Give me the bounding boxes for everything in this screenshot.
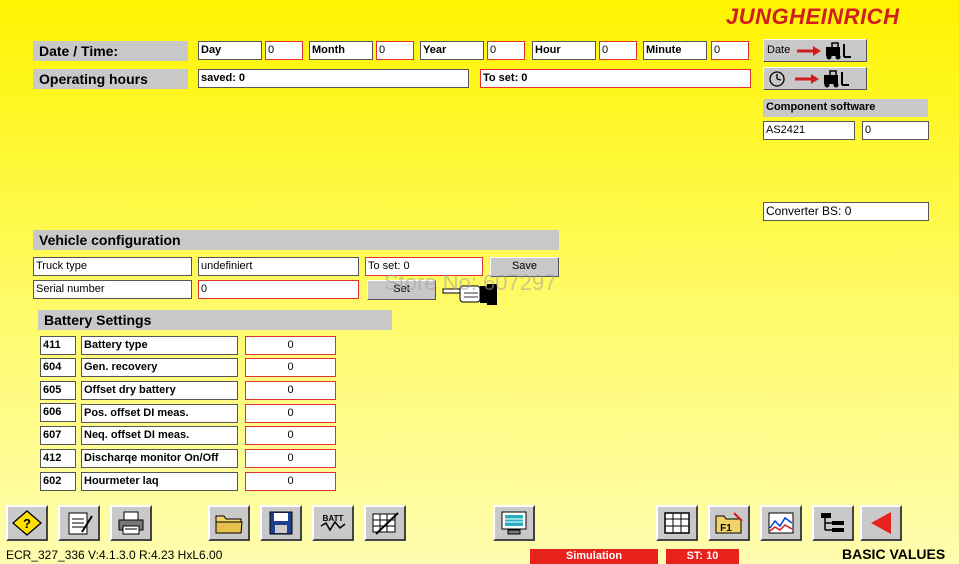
serial-number-input[interactable]: 0 bbox=[198, 280, 359, 299]
day-input[interactable]: 0 bbox=[265, 41, 303, 60]
battery-param-name: Gen. recovery bbox=[81, 358, 238, 377]
component-software-name: AS2421 bbox=[763, 121, 855, 140]
operating-hours-label: Operating hours bbox=[33, 69, 188, 89]
battery-signal-icon: BATT bbox=[320, 514, 346, 532]
battery-param-name: Pos. offset DI meas. bbox=[81, 404, 238, 423]
battery-param-name: Discharqe monitor On/Off bbox=[81, 449, 238, 468]
tree-icon bbox=[821, 513, 844, 532]
notepad-icon bbox=[68, 512, 93, 535]
operating-hours-saved: saved: 0 bbox=[198, 69, 469, 88]
chart-icon bbox=[768, 512, 794, 534]
serial-number-label: Serial number bbox=[33, 280, 192, 299]
battery-param-value[interactable]: 0 bbox=[245, 404, 336, 423]
battery-data-button[interactable]: BATT bbox=[312, 505, 354, 541]
battery-param-code: 411 bbox=[40, 336, 76, 355]
month-input[interactable]: 0 bbox=[376, 41, 414, 60]
help-icon: ? bbox=[12, 510, 42, 536]
hour-input[interactable]: 0 bbox=[599, 41, 637, 60]
help-button[interactable]: ? bbox=[6, 505, 48, 541]
minute-label: Minute bbox=[643, 41, 707, 60]
watermark-text: Store No: 607297 bbox=[384, 270, 557, 295]
battery-param-name: Neq. offset DI meas. bbox=[81, 426, 238, 445]
notepad-button[interactable] bbox=[58, 505, 100, 541]
year-label: Year bbox=[420, 41, 484, 60]
month-label: Month bbox=[309, 41, 373, 60]
jungheinrich-logo: JUNGHEINRICH bbox=[726, 4, 900, 29]
svg-text:?: ? bbox=[23, 516, 31, 531]
edit-grid-icon bbox=[372, 512, 399, 535]
battery-param-code: 602 bbox=[40, 472, 76, 491]
monitor-button[interactable] bbox=[493, 505, 535, 541]
vehicle-configuration-label: Vehicle configuration bbox=[33, 230, 559, 250]
st-indicator: ST: 10 bbox=[666, 549, 739, 564]
hour-label: Hour bbox=[532, 41, 596, 60]
save-disk-button[interactable] bbox=[260, 505, 302, 541]
date-button-label: Date bbox=[767, 44, 791, 56]
print-button[interactable] bbox=[110, 505, 152, 541]
battery-param-code: 607 bbox=[40, 426, 76, 445]
truck-type-label: Truck type bbox=[33, 257, 192, 276]
operating-hours-to-set[interactable]: To set: 0 bbox=[480, 69, 751, 88]
page-title: BASIC VALUES bbox=[842, 546, 946, 562]
battery-settings-label: Battery Settings bbox=[38, 310, 392, 330]
arrow-right-icon bbox=[795, 73, 819, 84]
battery-param-name: Offset dry battery bbox=[81, 381, 238, 400]
truck-type-value[interactable]: undefiniert bbox=[198, 257, 359, 276]
day-label: Day bbox=[198, 41, 262, 60]
component-software-value: 0 bbox=[862, 121, 929, 140]
battery-param-value[interactable]: 0 bbox=[245, 426, 336, 445]
simulation-indicator: Simulation bbox=[530, 549, 658, 564]
clock-icon bbox=[769, 70, 785, 87]
battery-param-code: 604 bbox=[40, 358, 76, 377]
battery-param-value[interactable]: 0 bbox=[245, 449, 336, 468]
date-transfer-button[interactable]: Date bbox=[763, 39, 867, 62]
battery-param-value[interactable]: 0 bbox=[245, 381, 336, 400]
monitor-icon bbox=[501, 511, 527, 535]
version-text: ECR_327_336 V:4.1.3.0 R:4.23 HxL6.00 bbox=[6, 548, 223, 562]
hours-transfer-button[interactable] bbox=[763, 67, 867, 90]
back-arrow-icon bbox=[871, 512, 891, 534]
converter-bs-field: Converter BS: 0 bbox=[763, 202, 929, 221]
f1-folder-icon: F1 bbox=[715, 512, 743, 534]
table-button[interactable] bbox=[656, 505, 698, 541]
open-folder-button[interactable] bbox=[208, 505, 250, 541]
forklift-icon bbox=[826, 41, 852, 59]
battery-param-code: 606 bbox=[40, 403, 76, 422]
arrow-right-icon bbox=[797, 45, 822, 56]
forklift-icon bbox=[824, 69, 849, 87]
f1-help-button[interactable]: F1 bbox=[708, 505, 750, 541]
back-button[interactable] bbox=[860, 505, 902, 541]
edit-grid-button[interactable] bbox=[364, 505, 406, 541]
folder-icon bbox=[215, 515, 243, 534]
table-icon bbox=[664, 512, 690, 534]
minute-input[interactable]: 0 bbox=[711, 41, 749, 60]
battery-param-value[interactable]: 0 bbox=[245, 358, 336, 377]
year-input[interactable]: 0 bbox=[487, 41, 525, 60]
battery-param-code: 412 bbox=[40, 449, 76, 468]
chart-button[interactable] bbox=[760, 505, 802, 541]
battery-param-value[interactable]: 0 bbox=[245, 336, 336, 355]
svg-text:BATT: BATT bbox=[323, 514, 344, 523]
battery-param-name: Hourmeter laq bbox=[81, 472, 238, 491]
battery-param-name: Battery type bbox=[81, 336, 238, 355]
component-software-label: Component software bbox=[763, 99, 928, 117]
svg-text:F1: F1 bbox=[720, 523, 732, 534]
printer-icon bbox=[118, 511, 144, 535]
battery-param-value[interactable]: 0 bbox=[245, 472, 336, 491]
save-disk-icon bbox=[269, 511, 293, 535]
battery-param-code: 605 bbox=[40, 381, 76, 400]
tree-structure-button[interactable] bbox=[812, 505, 854, 541]
date-time-label: Date / Time: bbox=[33, 41, 188, 61]
